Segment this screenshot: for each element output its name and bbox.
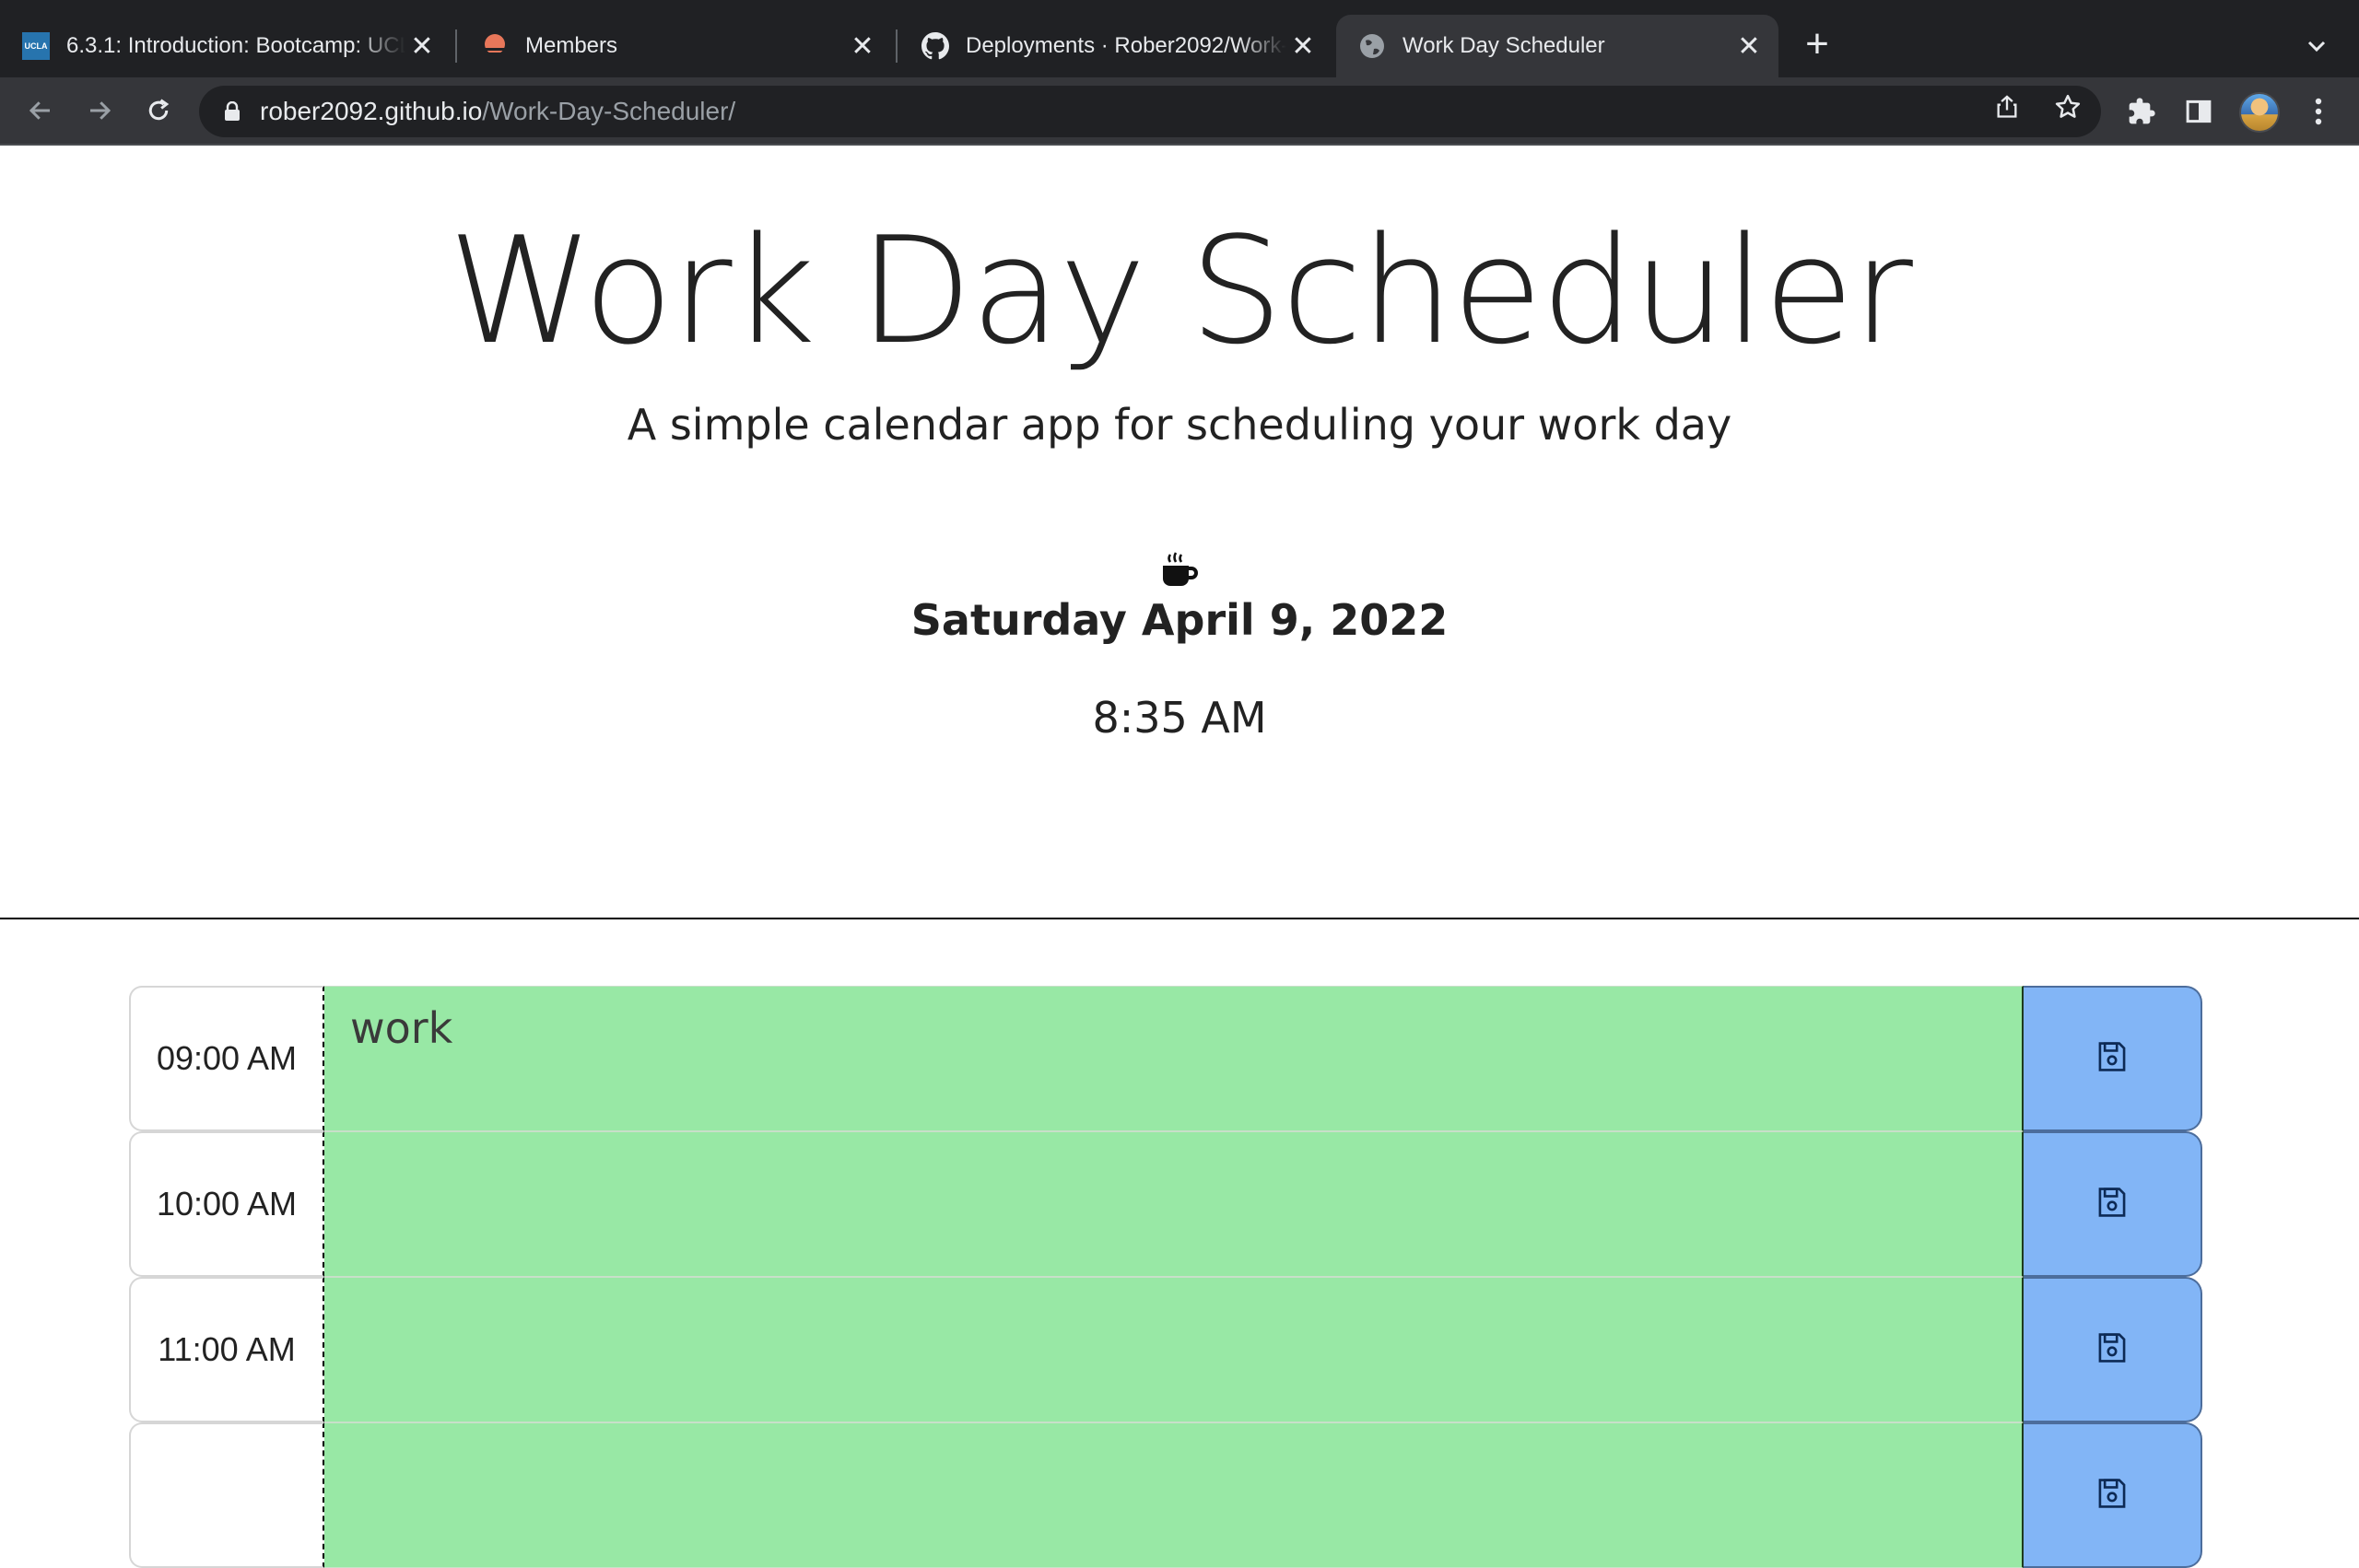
time-block: 10:00 AM <box>129 1131 2202 1277</box>
close-icon[interactable]: ✕ <box>1732 29 1766 63</box>
close-icon[interactable]: ✕ <box>1286 29 1320 63</box>
browser-tabstrip: UCLA 6.3.1: Introduction: Bootcamp: UCLA… <box>0 0 2359 77</box>
description-textarea[interactable] <box>324 1422 2024 1568</box>
tab-divider <box>896 29 898 63</box>
tab-divider <box>455 29 457 63</box>
tab-title: 6.3.1: Introduction: Bootcamp: UCLA <box>66 33 405 58</box>
tab-ucla[interactable]: UCLA 6.3.1: Introduction: Bootcamp: UCLA… <box>0 15 452 77</box>
tab-title: Members <box>525 33 618 58</box>
tab-members[interactable]: Members ✕ <box>459 15 892 77</box>
page-content: Work Day Scheduler A simple calendar app… <box>0 146 2359 1568</box>
save-button[interactable] <box>2024 986 2202 1131</box>
tab-title: Work Day Scheduler <box>1402 33 1605 58</box>
forward-icon[interactable] <box>79 90 120 131</box>
chevron-down-icon[interactable] <box>2298 28 2335 64</box>
save-button[interactable] <box>2024 1422 2202 1568</box>
tab-deployments[interactable]: Deployments · Rober2092/Work-Day-Schedul… <box>899 15 1332 77</box>
hour-label: 11:00 AM <box>129 1277 324 1422</box>
back-icon[interactable] <box>20 90 61 131</box>
hour-label: 10:00 AM <box>129 1131 324 1277</box>
current-date: Saturday April 9, 2022 <box>910 595 1449 645</box>
save-button[interactable] <box>2024 1277 2202 1422</box>
new-tab-button[interactable]: + <box>1797 24 1837 66</box>
close-icon[interactable]: ✕ <box>846 29 879 63</box>
coffee-icon <box>1159 551 1200 591</box>
more-menu-icon[interactable] <box>2298 91 2339 132</box>
profile-avatar[interactable] <box>2239 92 2280 133</box>
time-block <box>129 1422 2202 1568</box>
share-icon[interactable] <box>1990 90 2024 123</box>
description-textarea[interactable] <box>324 1277 2024 1422</box>
description-textarea[interactable]: work <box>324 986 2024 1131</box>
save-icon <box>2097 1478 2127 1514</box>
reload-icon[interactable] <box>138 90 179 131</box>
bookmark-star-icon[interactable] <box>2051 90 2084 123</box>
description-textarea[interactable] <box>324 1131 2024 1277</box>
extensions-icon[interactable] <box>2121 91 2162 132</box>
page-subtitle: A simple calendar app for scheduling you… <box>627 400 1732 450</box>
address-bar[interactable]: rober2092.github.io/Work-Day-Scheduler/ <box>199 86 2101 137</box>
page-title: Work Day Scheduler <box>448 205 1913 377</box>
ucla-icon: UCLA <box>22 32 50 60</box>
save-icon <box>2097 1041 2127 1077</box>
lock-icon[interactable] <box>221 100 243 123</box>
save-icon <box>2097 1187 2127 1223</box>
close-icon[interactable]: ✕ <box>405 29 439 63</box>
tab-work-day-scheduler[interactable]: Work Day Scheduler ✕ <box>1336 15 1778 77</box>
globe-icon <box>1358 32 1386 60</box>
team-icon <box>481 32 509 60</box>
hour-label <box>129 1422 324 1568</box>
hour-label: 09:00 AM <box>129 986 324 1131</box>
url-text: rober2092.github.io/Work-Day-Scheduler/ <box>260 97 736 125</box>
current-time: 8:35 AM <box>1092 693 1267 743</box>
side-panel-icon[interactable] <box>2178 91 2219 132</box>
jumbotron-header: Work Day Scheduler A simple calendar app… <box>0 146 2359 919</box>
save-button[interactable] <box>2024 1131 2202 1277</box>
github-icon <box>921 32 949 60</box>
time-block: 09:00 AM work <box>129 986 2202 1131</box>
browser-toolbar: rober2092.github.io/Work-Day-Scheduler/ <box>0 77 2359 146</box>
tab-title: Deployments · Rober2092/Work-Day-Schedul… <box>966 33 1286 58</box>
time-block: 11:00 AM <box>129 1277 2202 1422</box>
save-icon <box>2097 1332 2127 1368</box>
